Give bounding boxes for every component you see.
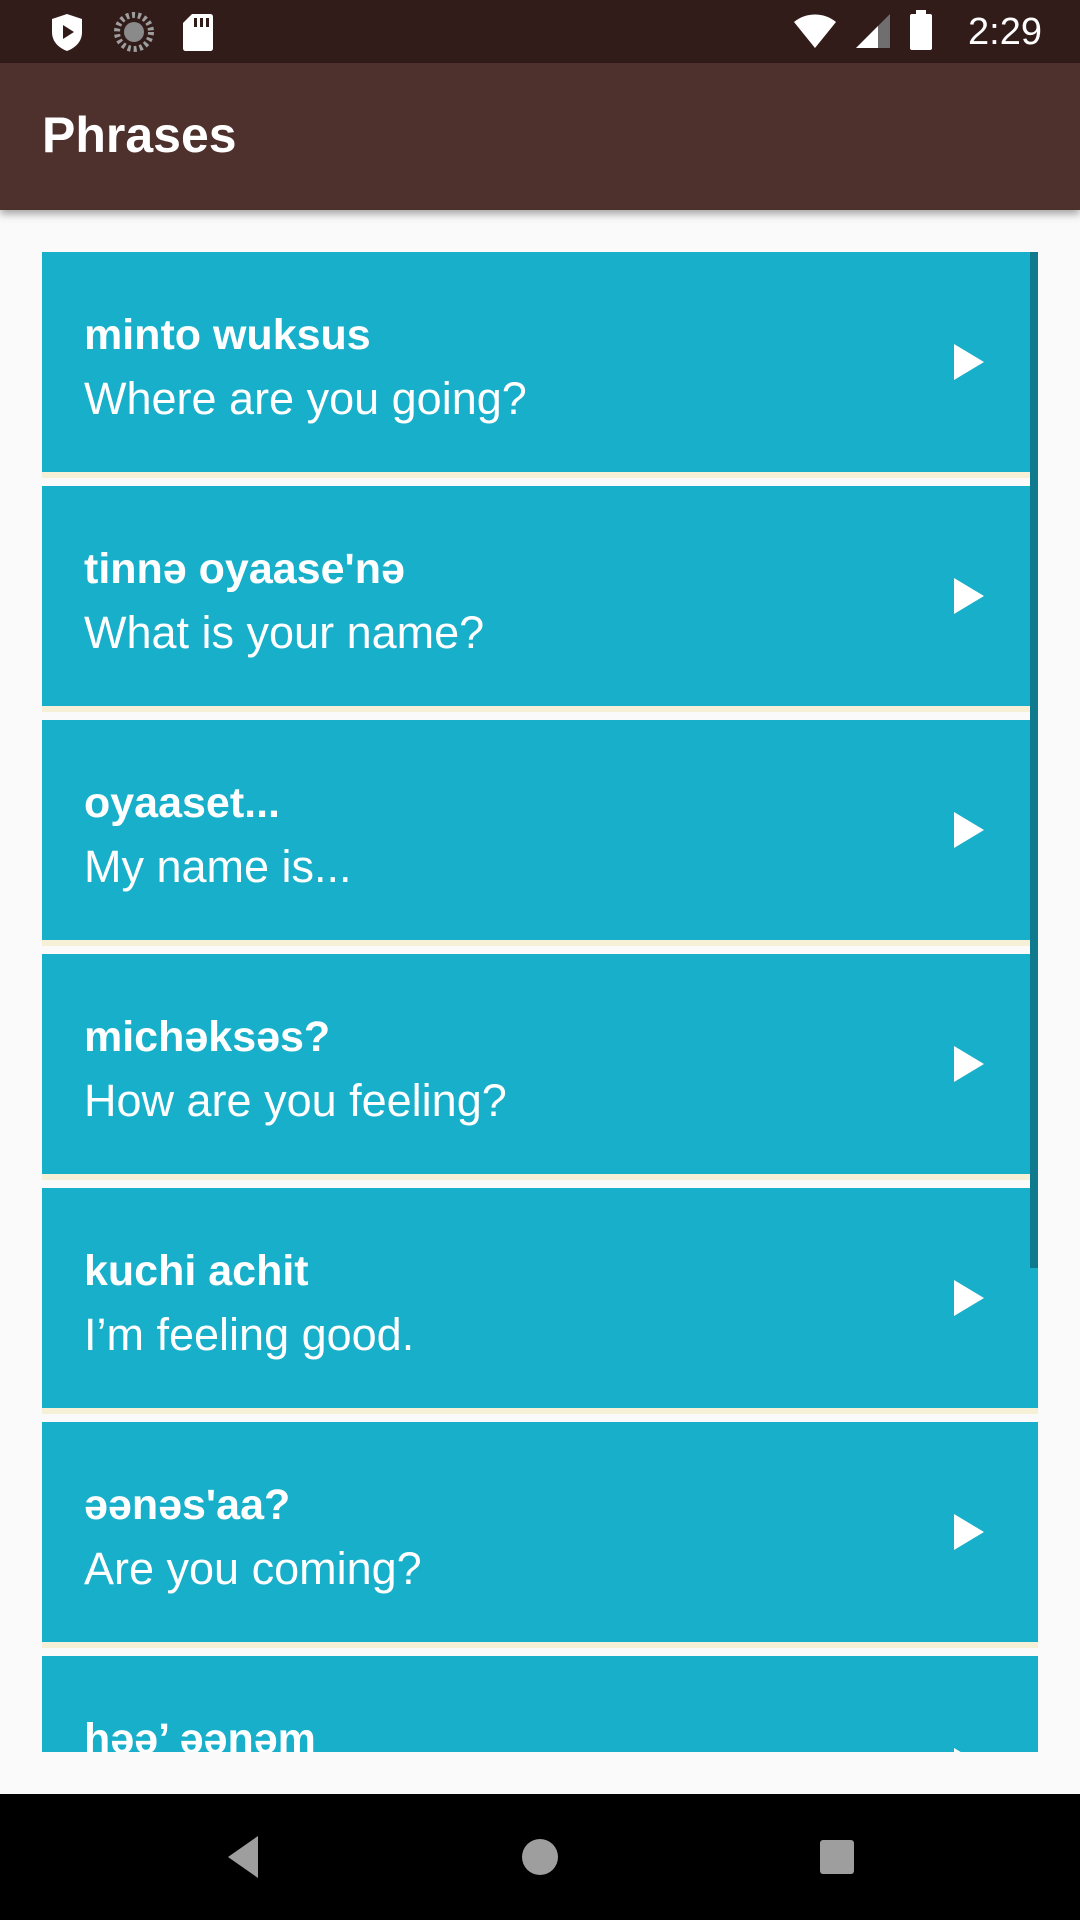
phrase-english-text: Are you coming? xyxy=(84,1543,422,1594)
page-title: Phrases xyxy=(42,107,237,163)
list-item[interactable]: michəksəs? How are you feeling? xyxy=(42,954,1038,1174)
phrase-english-text: I’m feeling good. xyxy=(84,1309,415,1360)
wifi-icon xyxy=(792,10,838,55)
list-item[interactable]: həə’ əənəm xyxy=(42,1656,1038,1752)
play-protect-icon xyxy=(48,12,86,57)
play-icon[interactable] xyxy=(946,340,990,384)
phrase-english-text: How are you feeling? xyxy=(84,1075,507,1126)
scrollbar[interactable] xyxy=(1030,252,1038,1268)
phrase-native-text: həə’ əənəm xyxy=(84,1715,316,1752)
cell-signal-icon xyxy=(854,10,892,55)
phrase-native-text: tinnə oyaase'nə xyxy=(84,545,405,593)
phrase-native-text: oyaaset... xyxy=(84,779,280,827)
play-icon[interactable] xyxy=(946,1276,990,1320)
status-bar: 2:29 xyxy=(0,0,1080,63)
back-icon[interactable] xyxy=(214,1828,272,1886)
phrase-english-text: Where are you going? xyxy=(84,373,527,424)
play-icon[interactable] xyxy=(946,574,990,618)
play-icon[interactable] xyxy=(946,808,990,852)
phrase-english-text: My name is... xyxy=(84,841,352,892)
list-item[interactable]: minto wuksus Where are you going? xyxy=(42,252,1038,472)
phrase-native-text: michəksəs? xyxy=(84,1013,331,1061)
home-icon[interactable] xyxy=(511,1828,569,1886)
phrase-list[interactable]: minto wuksus Where are you going? tinnə … xyxy=(42,252,1038,1752)
list-item[interactable]: oyaaset... My name is... xyxy=(42,720,1038,940)
navigation-bar xyxy=(0,1794,1080,1920)
loading-icon xyxy=(114,12,154,57)
play-icon[interactable] xyxy=(946,1042,990,1086)
recents-icon[interactable] xyxy=(808,1828,866,1886)
phrase-native-text: əənəs'aa? xyxy=(84,1481,291,1529)
status-time: 2:29 xyxy=(968,11,1042,53)
battery-icon xyxy=(908,9,934,56)
phrase-native-text: kuchi achit xyxy=(84,1247,309,1295)
play-icon[interactable] xyxy=(946,1510,990,1554)
list-item[interactable]: tinnə oyaase'nə What is your name? xyxy=(42,486,1038,706)
app-bar: Phrases xyxy=(0,63,1080,210)
play-icon[interactable] xyxy=(946,1744,990,1752)
phrase-native-text: minto wuksus xyxy=(84,311,371,359)
phrase-english-text: What is your name? xyxy=(84,607,485,658)
list-item[interactable]: kuchi achit I’m feeling good. xyxy=(42,1188,1038,1408)
list-item[interactable]: əənəs'aa? Are you coming? xyxy=(42,1422,1038,1642)
sd-card-icon xyxy=(182,12,214,57)
